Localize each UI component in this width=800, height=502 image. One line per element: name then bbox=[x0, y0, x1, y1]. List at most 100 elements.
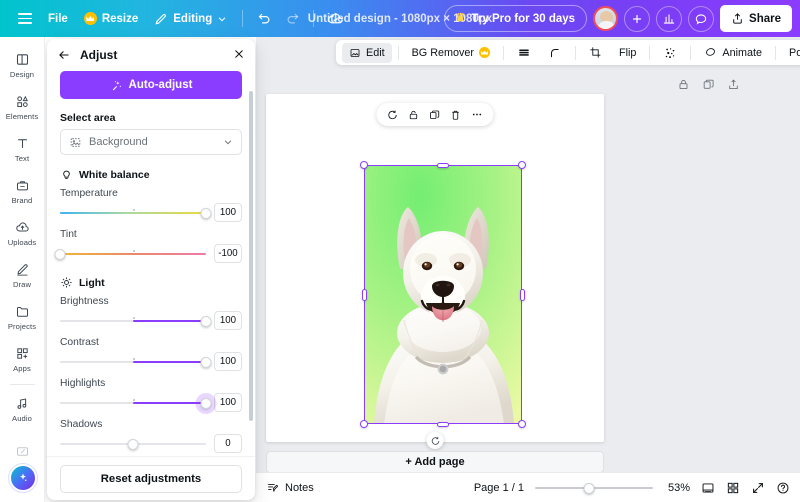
slider-knob[interactable] bbox=[201, 316, 212, 327]
resize-handle-bottom[interactable] bbox=[437, 422, 449, 427]
panel-footer: Reset adjustments bbox=[47, 456, 255, 500]
animate-icon bbox=[704, 46, 717, 59]
slider-value-brightness[interactable]: 100 bbox=[214, 311, 242, 330]
slider-value-shadows[interactable]: 0 bbox=[214, 434, 242, 453]
sun-icon bbox=[60, 276, 73, 289]
close-icon[interactable] bbox=[233, 48, 245, 60]
sidebar-item-projects[interactable]: Projects bbox=[0, 296, 45, 338]
fullscreen-button[interactable] bbox=[751, 481, 765, 495]
zoom-percentage[interactable]: 53% bbox=[664, 482, 690, 494]
slider-track-brightness[interactable] bbox=[60, 312, 206, 330]
slider-track-temperature[interactable] bbox=[60, 204, 206, 222]
edit-image-button[interactable]: Edit bbox=[342, 43, 392, 63]
sidebar-item-uploads[interactable]: Uploads bbox=[0, 212, 45, 254]
more-options-button[interactable] bbox=[471, 108, 484, 121]
help-icon bbox=[776, 481, 790, 495]
undo-button[interactable] bbox=[250, 6, 278, 32]
page-canvas[interactable] bbox=[266, 94, 604, 442]
rotate-button[interactable] bbox=[387, 109, 399, 121]
animate-button[interactable]: Animate bbox=[697, 43, 769, 63]
select-area-dropdown[interactable]: Background bbox=[60, 129, 242, 155]
slider-fill bbox=[133, 320, 206, 323]
resize-button[interactable]: Resize bbox=[76, 6, 146, 32]
slider-track-contrast[interactable] bbox=[60, 353, 206, 371]
expand-page-button[interactable] bbox=[727, 78, 740, 91]
zoom-slider-knob[interactable] bbox=[584, 483, 595, 494]
reset-adjustments-button[interactable]: Reset adjustments bbox=[60, 465, 242, 493]
select-area-label: Select area bbox=[60, 112, 242, 124]
redo-button[interactable] bbox=[278, 6, 306, 32]
slider-value-highlights[interactable]: 100 bbox=[214, 393, 242, 412]
image-context-toolbar: Edit BG Remover bbox=[336, 40, 800, 65]
insights-button[interactable] bbox=[656, 6, 682, 32]
resize-handle-top-right[interactable] bbox=[518, 161, 526, 169]
bg-remover-button[interactable]: BG Remover bbox=[405, 43, 497, 63]
duplicate-page-button[interactable] bbox=[702, 78, 715, 91]
corner-radius-icon bbox=[548, 46, 562, 60]
rotate-handle[interactable] bbox=[427, 432, 444, 449]
slider-track-highlights[interactable] bbox=[60, 394, 206, 412]
duplicate-button[interactable] bbox=[429, 109, 441, 121]
try-pro-button[interactable]: ♛ Try Pro for 30 days bbox=[444, 5, 587, 32]
resize-handle-top[interactable] bbox=[437, 163, 449, 168]
sidebar-item-apps[interactable]: Apps bbox=[0, 338, 45, 380]
invite-button[interactable] bbox=[624, 6, 650, 32]
insights-icon bbox=[662, 12, 676, 26]
share-button[interactable]: Share bbox=[720, 5, 792, 32]
sidebar-item-audio[interactable]: Audio bbox=[0, 388, 45, 430]
main-menu-button[interactable] bbox=[10, 6, 40, 32]
slider-fill bbox=[133, 402, 206, 405]
panel-header: Adjust bbox=[47, 39, 255, 71]
slider-knob[interactable] bbox=[55, 249, 66, 260]
avatar[interactable] bbox=[593, 6, 618, 31]
editing-label: Editing bbox=[173, 13, 212, 25]
auto-adjust-button[interactable]: Auto-adjust bbox=[60, 71, 242, 99]
sidebar-item-brand[interactable]: Brand bbox=[0, 170, 45, 212]
presenter-view-button[interactable] bbox=[701, 481, 715, 495]
editing-mode-button[interactable]: Editing bbox=[146, 6, 235, 32]
slider-value-tint[interactable]: -100 bbox=[214, 244, 242, 263]
resize-handle-left[interactable] bbox=[362, 289, 367, 301]
magic-studio-button[interactable] bbox=[11, 466, 35, 490]
flip-button[interactable]: Flip bbox=[612, 43, 643, 63]
resize-handle-top-left[interactable] bbox=[360, 161, 368, 169]
slider-value-contrast[interactable]: 100 bbox=[214, 352, 242, 371]
delete-button[interactable] bbox=[450, 109, 462, 121]
file-menu-button[interactable]: File bbox=[40, 6, 76, 32]
slider-knob[interactable] bbox=[201, 398, 212, 409]
transparency-button[interactable] bbox=[510, 43, 538, 63]
slider-knob[interactable] bbox=[201, 208, 212, 219]
group-header-white-balance: White balance bbox=[60, 168, 242, 181]
add-page-button[interactable]: + Add page bbox=[266, 451, 604, 473]
sidebar-item-design[interactable]: Design bbox=[0, 44, 45, 86]
corner-radius-button[interactable] bbox=[541, 43, 569, 63]
resize-handle-right[interactable] bbox=[520, 289, 525, 301]
sidebar-item-elements[interactable]: Elements bbox=[0, 86, 45, 128]
slider-knob[interactable] bbox=[128, 439, 139, 450]
slider-track-tint[interactable] bbox=[60, 245, 206, 263]
slider-knob[interactable] bbox=[201, 357, 212, 368]
notes-button[interactable]: Notes bbox=[266, 481, 314, 494]
position-label: Position bbox=[789, 47, 800, 59]
crop-button[interactable] bbox=[582, 43, 609, 63]
resize-handle-bottom-right[interactable] bbox=[518, 420, 526, 428]
unlock-button[interactable] bbox=[408, 109, 420, 121]
sidebar-item-draw[interactable]: Draw bbox=[0, 254, 45, 296]
zoom-slider[interactable] bbox=[535, 481, 653, 495]
slider-value-temperature[interactable]: 100 bbox=[214, 203, 242, 222]
sidebar-item-text[interactable]: Text bbox=[0, 128, 45, 170]
sidebar-label: Draw bbox=[13, 280, 31, 289]
back-arrow-icon[interactable] bbox=[57, 48, 71, 62]
grid-view-button[interactable] bbox=[726, 481, 740, 495]
group-header-light: Light bbox=[60, 276, 242, 289]
help-button[interactable] bbox=[776, 481, 790, 495]
resize-handle-bottom-left[interactable] bbox=[360, 420, 368, 428]
slider-track-shadows[interactable] bbox=[60, 435, 206, 453]
panel-scrollbar[interactable] bbox=[249, 91, 253, 421]
selected-image-element[interactable] bbox=[364, 165, 522, 424]
comment-button[interactable] bbox=[688, 6, 714, 32]
divider bbox=[649, 46, 650, 60]
position-button[interactable]: Position bbox=[782, 43, 800, 63]
effects-button[interactable] bbox=[656, 43, 684, 63]
lock-page-button[interactable] bbox=[677, 78, 690, 91]
